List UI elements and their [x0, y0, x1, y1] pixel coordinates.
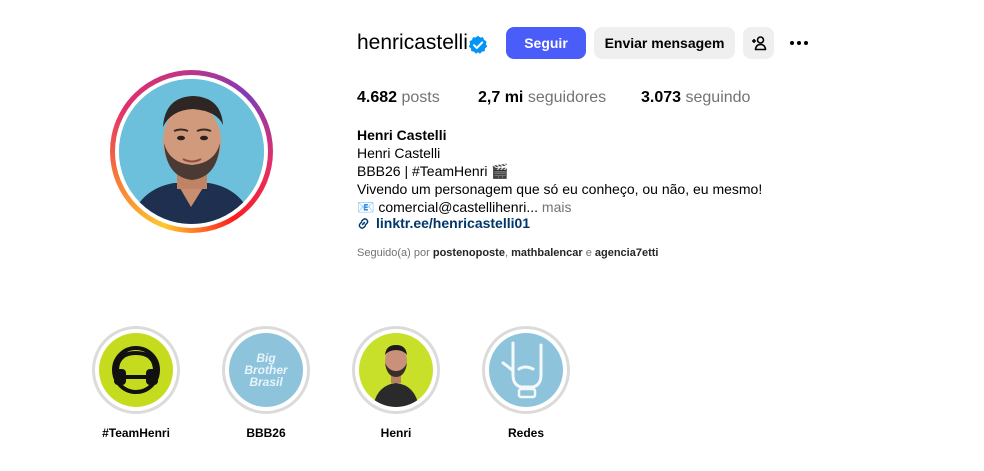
suggest-users-button[interactable]	[743, 27, 774, 59]
highlight-label: #TeamHenri	[102, 426, 170, 440]
bio-full-name: Henri Castelli	[357, 127, 447, 143]
highlight-teamhenri[interactable]	[92, 326, 180, 414]
posts-label: posts	[401, 89, 440, 106]
more-dot	[797, 41, 801, 45]
bio-line-4: 📧 comercial@castellihenri... mais	[357, 199, 571, 216]
send-message-button[interactable]: Enviar mensagem	[594, 27, 735, 59]
link-icon	[358, 217, 369, 229]
followed-by[interactable]: Seguido(a) por postenoposte, mathbalenca…	[357, 247, 658, 259]
avatar-image	[119, 79, 264, 224]
posts-count: 4.682 posts	[357, 89, 440, 107]
highlight-henri[interactable]	[352, 326, 440, 414]
followed-by-user[interactable]: postenoposte	[433, 247, 505, 259]
verified-badge-icon	[468, 35, 488, 54]
more-dot	[804, 41, 808, 45]
highlight-redes[interactable]	[482, 326, 570, 414]
bio-link-text: linktr.ee/henricastelli01	[376, 215, 531, 231]
more-options-icon[interactable]	[786, 34, 812, 52]
more-dot	[790, 41, 794, 45]
profile-avatar-story-ring[interactable]	[110, 70, 273, 233]
followed-by-user[interactable]: agencia7etti	[595, 247, 659, 259]
highlight-bbb26[interactable]: Big Brother Brasil	[222, 326, 310, 414]
following-value: 3.073	[641, 89, 682, 106]
highlight-cover	[359, 333, 433, 407]
avatar[interactable]	[119, 79, 264, 224]
follow-button[interactable]: Seguir	[506, 27, 586, 59]
highlight-cover: Big Brother Brasil	[229, 333, 303, 407]
highlight-cover	[99, 333, 173, 407]
followed-by-prefix: Seguido(a) por	[357, 247, 430, 259]
followed-by-separator: ,	[504, 247, 509, 259]
posts-value: 4.682	[357, 89, 398, 106]
highlight-label: Henri	[380, 426, 412, 440]
bbb-logo-text: Brasil	[249, 375, 283, 389]
bio-email: 📧 comercial@castellihenri...	[357, 199, 539, 215]
rock-hand-icon	[489, 333, 563, 407]
profile-username: henricastelli	[357, 31, 468, 54]
followed-by-and: e	[585, 247, 592, 259]
followers-label: seguidores	[527, 89, 607, 106]
bio-line-1: Henri Castelli	[357, 145, 441, 161]
followers-link[interactable]: 2,7 mi seguidores	[478, 89, 606, 107]
followed-by-user[interactable]: mathbalencar	[511, 247, 583, 259]
bio-line-2: BBB26 | #TeamHenri 🎬	[357, 163, 509, 179]
bio-line-3: Vivendo um personagem que só eu conheço,…	[357, 181, 763, 197]
followers-value: 2,7 mi	[478, 89, 524, 106]
highlight-cover	[489, 333, 563, 407]
highlight-photo	[359, 333, 433, 407]
bio-more-button[interactable]: mais	[542, 199, 572, 215]
add-person-icon	[751, 36, 766, 51]
bio-external-link[interactable]: linktr.ee/henricastelli01	[357, 215, 530, 231]
following-label: seguindo	[685, 89, 751, 106]
following-link[interactable]: 3.073 seguindo	[641, 89, 750, 107]
highlight-label: BBB26	[246, 426, 286, 440]
headphones-icon	[99, 333, 173, 407]
highlight-label: Redes	[507, 426, 545, 440]
